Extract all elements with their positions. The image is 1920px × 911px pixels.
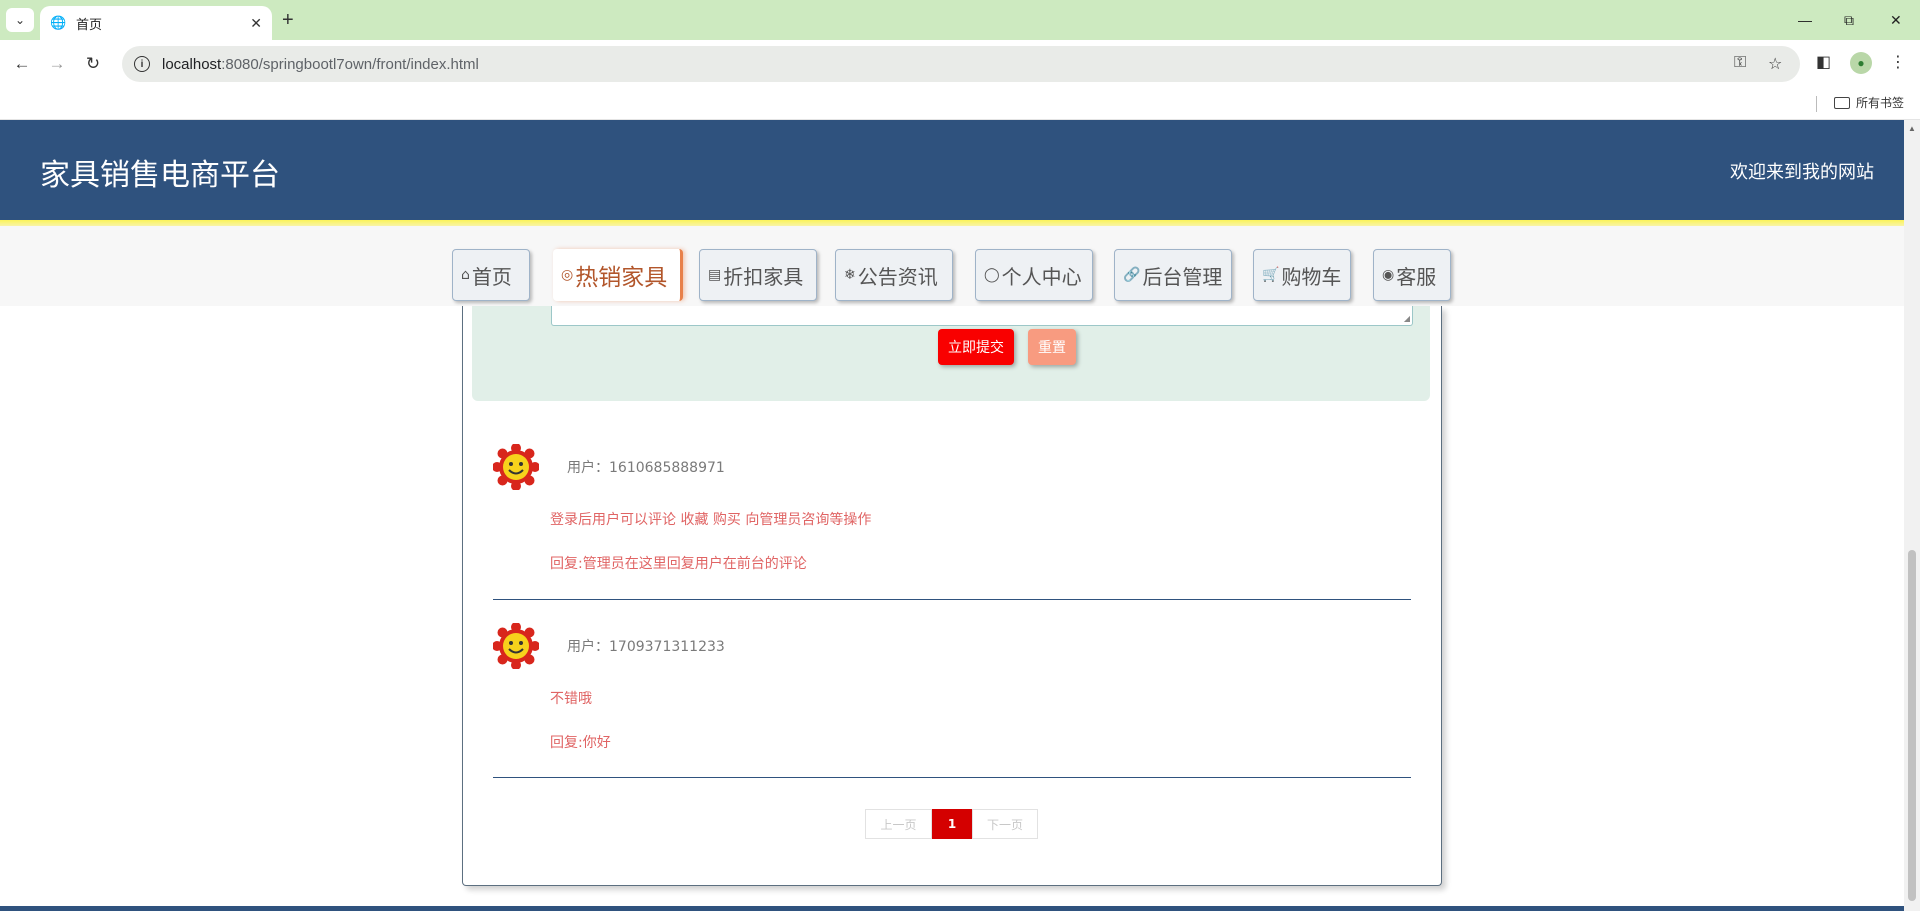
site-header: 家具销售电商平台 欢迎来到我的网站	[0, 120, 1904, 220]
reload-icon[interactable]: ↻	[81, 52, 105, 76]
bookmarks-separator	[1816, 96, 1817, 112]
minimize-icon[interactable]: —	[1798, 8, 1812, 32]
nav-item-hot-furniture[interactable]: ◎ 热销家具	[553, 249, 683, 301]
key-icon[interactable]: ⚿	[1734, 54, 1746, 72]
forward-arrow-icon[interactable]: →	[45, 52, 69, 76]
tab-search-chevron-icon[interactable]: ⌄	[6, 8, 34, 32]
link-icon: 🔗	[1123, 267, 1141, 283]
url-text: localhost:8080/springbootl7own/front/ind…	[162, 55, 479, 73]
restore-icon[interactable]: ⧉	[1844, 8, 1854, 32]
folder-icon	[1834, 96, 1850, 109]
menu-kebab-icon[interactable]: ⋮	[1890, 52, 1906, 72]
comment-user: 用户：1610685888971	[567, 460, 725, 476]
reset-button[interactable]: 重置	[1028, 329, 1076, 365]
browser-tab-bar: ⌄ 🌐 首页 ✕ + — ⧉ ✕	[0, 0, 1920, 40]
page-viewport: 家具销售电商平台 欢迎来到我的网站 ◢ 立即提交 重置 用户：161068588…	[0, 120, 1904, 911]
submit-button[interactable]: 立即提交	[938, 329, 1014, 365]
site-info-icon[interactable]: i	[134, 56, 150, 72]
nav-item-home[interactable]: ⌂ 首页	[452, 249, 530, 301]
comment-user: 用户：1709371311233	[567, 639, 725, 655]
footer-strip	[0, 906, 1904, 911]
new-tab-plus-icon[interactable]: +	[282, 8, 294, 32]
back-arrow-icon[interactable]: ←	[10, 52, 34, 76]
home-icon: ⌂	[461, 267, 470, 283]
scroll-thumb[interactable]	[1908, 550, 1916, 901]
bookmarks-bar: 所有书签	[0, 88, 1920, 120]
browser-toolbar: ← → ↻ i localhost:8080/springbootl7own/f…	[0, 40, 1920, 88]
user-icon: ◯	[984, 267, 1000, 283]
nav-item-discount-furniture[interactable]: ▤ 折扣家具	[699, 249, 817, 301]
resize-grip-icon[interactable]: ◢	[1404, 314, 1410, 323]
bookmark-star-icon[interactable]: ☆	[1768, 54, 1782, 74]
nav-item-customer-service[interactable]: ◉ 客服	[1373, 249, 1451, 301]
comment-reply: 回复:管理员在这里回复用户在前台的评论	[550, 556, 807, 572]
side-panel-icon[interactable]: ◧	[1816, 52, 1831, 72]
comment-textarea[interactable]: ◢	[551, 306, 1413, 326]
comment-reply: 回复:你好	[550, 735, 611, 751]
tab-title: 首页	[76, 17, 103, 33]
pager-next-button[interactable]: 下一页	[972, 809, 1038, 839]
pager-prev-button[interactable]: 上一页	[865, 809, 932, 839]
chat-icon: ◉	[1382, 267, 1395, 283]
nav-item-announcements[interactable]: ❄ 公告资讯	[835, 249, 953, 301]
comment-content: 登录后用户可以评论 收藏 购买 向管理员咨询等操作	[550, 512, 872, 528]
tab-close-icon[interactable]: ✕	[250, 15, 262, 32]
snowflake-icon: ❄	[844, 267, 856, 283]
comment-divider	[493, 777, 1411, 778]
page-scrollbar[interactable]: ▲	[1904, 120, 1920, 911]
comment-content: 不错哦	[550, 691, 592, 707]
window-close-icon[interactable]: ✕	[1890, 8, 1902, 32]
comment-divider	[493, 599, 1411, 600]
pager-current-page[interactable]: 1	[932, 809, 972, 839]
scroll-up-arrow-icon[interactable]: ▲	[1908, 124, 1916, 133]
sunflower-avatar-icon	[493, 623, 539, 669]
site-welcome: 欢迎来到我的网站	[1730, 162, 1874, 183]
cart-icon: 🛒	[1262, 267, 1280, 283]
all-bookmarks-folder[interactable]: 所有书签	[1834, 94, 1904, 111]
nav-item-personal-center[interactable]: ◯ 个人中心	[975, 249, 1093, 301]
globe-icon: 🌐	[50, 15, 67, 30]
sunflower-avatar-icon	[493, 444, 539, 490]
gift-icon: ▤	[708, 267, 722, 283]
nav-item-admin[interactable]: 🔗 后台管理	[1114, 249, 1232, 301]
site-title: 家具销售电商平台	[40, 158, 280, 193]
browser-tab[interactable]: 🌐 首页 ✕	[40, 6, 272, 40]
address-bar[interactable]: i localhost:8080/springbootl7own/front/i…	[122, 46, 1800, 82]
nav-item-cart[interactable]: 🛒 购物车	[1253, 249, 1351, 301]
hot-icon: ◎	[561, 267, 574, 283]
profile-avatar-icon[interactable]: ●	[1850, 52, 1872, 74]
